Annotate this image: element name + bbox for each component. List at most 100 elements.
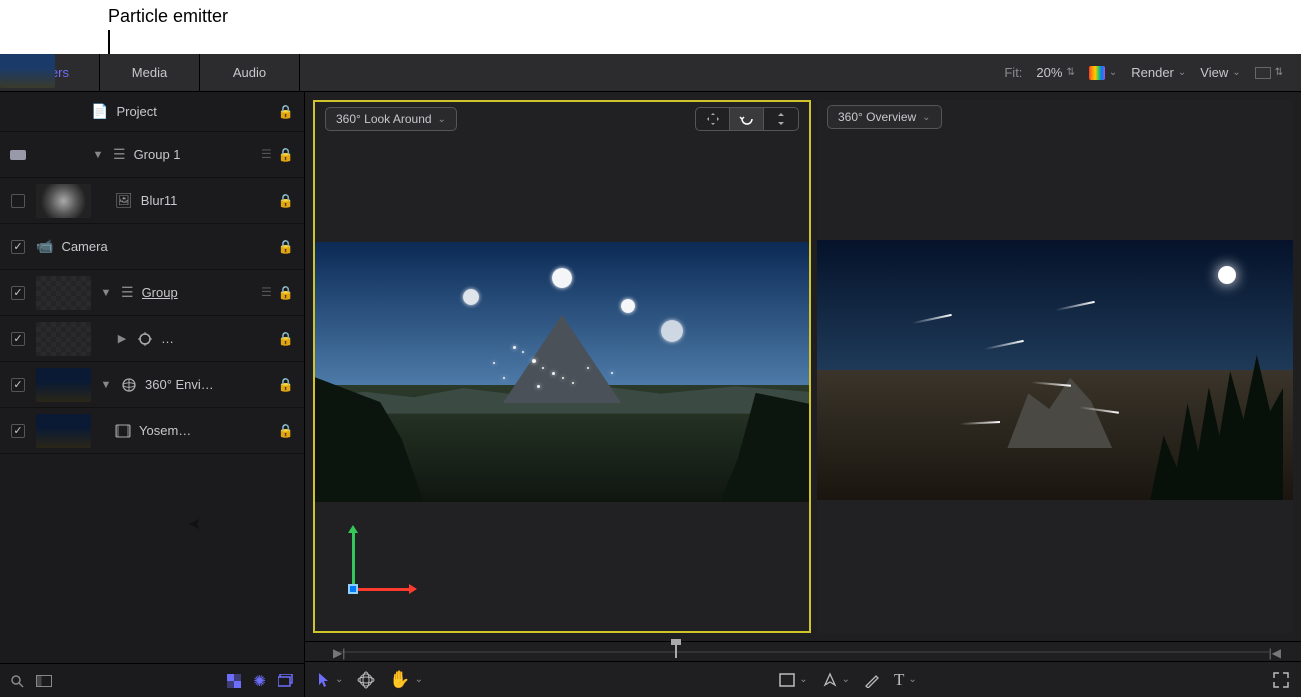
- pan-tool[interactable]: ✋ ⌄: [389, 670, 423, 690]
- layer-row-group1[interactable]: ▼ ☰ Group 1 ☰🔒: [0, 132, 304, 178]
- chevron-down-icon: ⌄: [1178, 67, 1186, 78]
- text-tool[interactable]: T ⌄: [894, 670, 917, 690]
- axis-y: [352, 531, 355, 589]
- pen-tool[interactable]: ⌄: [822, 672, 850, 688]
- search-icon[interactable]: [10, 674, 24, 688]
- render-dropdown[interactable]: Render ⌄: [1131, 65, 1186, 80]
- lock-icon[interactable]: 🔒: [278, 193, 294, 209]
- select-tool[interactable]: ⌄: [317, 672, 343, 688]
- color-channel-dropdown[interactable]: ⌄: [1089, 66, 1117, 80]
- pan-mode-button[interactable]: [696, 108, 730, 130]
- blend-icon[interactable]: ☰: [261, 147, 272, 163]
- viewport-layout-dropdown[interactable]: ⇅: [1255, 67, 1283, 79]
- visibility-checkbox[interactable]: [11, 286, 25, 300]
- canvas-toolbar: ⌄ ✋ ⌄ ⌄: [305, 661, 1301, 697]
- main-body: 📄 Project 🔒 ▼ ☰ Group 1 ☰🔒 🖼: [0, 92, 1301, 697]
- chevron-right-icon[interactable]: ▶: [115, 332, 129, 345]
- view-dropdown[interactable]: View ⌄: [1200, 65, 1240, 80]
- visibility-checkbox[interactable]: [11, 240, 25, 254]
- layer-row-emitter[interactable]: ▶ … 🔒: [0, 316, 304, 362]
- lock-icon[interactable]: 🔒: [278, 285, 294, 301]
- lock-icon[interactable]: 🔒: [278, 377, 294, 393]
- image-icon: 🖼: [115, 192, 133, 209]
- camera-view-dropdown[interactable]: 360° Look Around ⌄: [325, 107, 457, 131]
- render-label: Render: [1131, 65, 1174, 80]
- out-marker[interactable]: |◀: [1269, 646, 1281, 660]
- visibility-toggle[interactable]: [10, 150, 26, 160]
- viewport-left-active[interactable]: 360° Look Around ⌄: [313, 100, 811, 633]
- chevron-down-icon: ⌄: [415, 674, 423, 685]
- viewport-left-header: 360° Look Around ⌄: [315, 102, 809, 136]
- lock-icon[interactable]: 🔒: [278, 423, 294, 439]
- moon: [1218, 266, 1236, 284]
- 3d-transform-tool[interactable]: [357, 671, 375, 689]
- layer-thumbnail: [36, 322, 91, 356]
- layer-name: Group: [142, 285, 178, 300]
- chevron-down-icon: ⌄: [438, 114, 446, 125]
- camera-view-dropdown[interactable]: 360° Overview ⌄: [827, 105, 942, 129]
- paint-tool[interactable]: [864, 672, 880, 688]
- chevron-down-icon[interactable]: ▼: [99, 287, 113, 299]
- visibility-checkbox[interactable]: [11, 378, 25, 392]
- layer-thumbnail: [36, 184, 91, 218]
- cursor-icon: ➤: [188, 514, 201, 534]
- playhead[interactable]: [675, 644, 677, 658]
- layers-stack-icon: ☰: [113, 146, 126, 163]
- layers-panel-footer: ✺: [0, 663, 304, 697]
- chevron-down-icon[interactable]: ▼: [99, 379, 113, 391]
- emitter-icon: [137, 331, 153, 347]
- chevron-down-icon: ⌄: [1109, 67, 1117, 78]
- blend-icon[interactable]: ☰: [261, 285, 272, 301]
- fullscreen-toggle[interactable]: [1273, 672, 1289, 688]
- lock-icon[interactable]: 🔒: [278, 104, 294, 120]
- canvas-area: 360° Look Around ⌄: [305, 92, 1301, 697]
- camera-view-label: 360° Overview: [838, 110, 916, 124]
- chevron-down-icon: ⌄: [908, 674, 916, 685]
- layer-row-blur[interactable]: 🖼 Blur11 🔒: [0, 178, 304, 224]
- rectangle-tool[interactable]: ⌄: [779, 673, 807, 687]
- layer-thumbnail: [36, 368, 91, 402]
- mini-timeline[interactable]: ▶| |◀: [305, 641, 1301, 661]
- layer-row-group[interactable]: ▼ ☰ Group ☰🔒: [0, 270, 304, 316]
- chevron-down-icon: ⌄: [335, 674, 343, 685]
- checker-toggle-icon[interactable]: [227, 672, 241, 690]
- stacked-panels-icon[interactable]: [278, 672, 294, 690]
- viewport-right-content: [817, 240, 1293, 500]
- layers-panel: 📄 Project 🔒 ▼ ☰ Group 1 ☰🔒 🖼: [0, 92, 305, 697]
- dolly-mode-button[interactable]: [764, 108, 798, 130]
- app-window: Layers Media Audio Fit: 20% ⇅ ⌄ Render ⌄…: [0, 54, 1301, 697]
- lock-icon[interactable]: 🔒: [278, 147, 294, 163]
- layer-row-clip[interactable]: Yosem… 🔒: [0, 408, 304, 454]
- chevron-down-icon[interactable]: ▼: [91, 149, 105, 161]
- layer-thumbnail: [36, 276, 91, 310]
- lock-icon[interactable]: 🔒: [278, 331, 294, 347]
- project-label: Project: [116, 104, 156, 119]
- gear-icon[interactable]: ✺: [253, 672, 266, 690]
- viewport-layout-icon: [1255, 67, 1271, 79]
- layer-name: …: [161, 331, 174, 346]
- layer-name: Camera: [61, 239, 107, 254]
- viewport-right-header: 360° Overview ⌄: [817, 100, 1293, 134]
- camera-view-label: 360° Look Around: [336, 112, 432, 126]
- top-right-controls: Fit: 20% ⇅ ⌄ Render ⌄ View ⌄ ⇅: [1004, 65, 1301, 80]
- chevron-updown-icon: ⇅: [1275, 67, 1283, 78]
- visibility-checkbox[interactable]: [11, 194, 25, 208]
- layer-row-360env[interactable]: ▼ 360° Envi… 🔒: [0, 362, 304, 408]
- document-icon: 📄: [91, 103, 108, 120]
- in-marker[interactable]: ▶|: [333, 646, 345, 660]
- lock-icon[interactable]: 🔒: [278, 239, 294, 255]
- layer-row-camera[interactable]: 📹 Camera 🔒: [0, 224, 304, 270]
- canvas-viewports: 360° Look Around ⌄: [305, 92, 1301, 641]
- viewport-right[interactable]: 360° Overview ⌄: [817, 100, 1293, 633]
- filmstrip-icon: [115, 424, 131, 438]
- visibility-checkbox[interactable]: [11, 332, 25, 346]
- zoom-value: 20%: [1036, 65, 1062, 80]
- visibility-checkbox[interactable]: [11, 424, 25, 438]
- panel-icon[interactable]: [36, 675, 52, 687]
- project-header-row[interactable]: 📄 Project 🔒: [0, 92, 304, 132]
- orbit-mode-button[interactable]: [730, 108, 764, 130]
- tab-audio[interactable]: Audio: [200, 54, 300, 91]
- zoom-level-dropdown[interactable]: 20% ⇅: [1036, 65, 1074, 80]
- layer-name: Blur11: [141, 193, 178, 208]
- tab-media[interactable]: Media: [100, 54, 200, 91]
